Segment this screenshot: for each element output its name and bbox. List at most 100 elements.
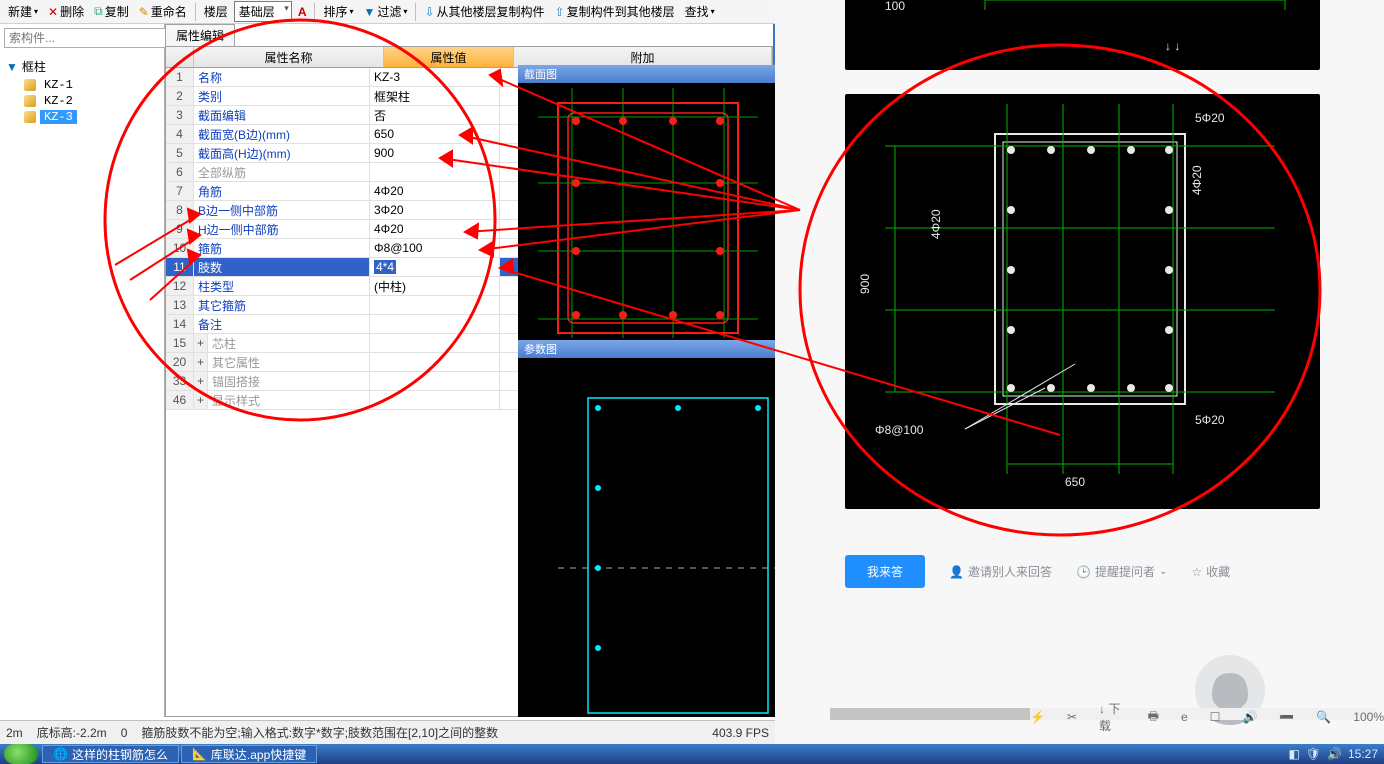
invite-link[interactable]: 👤邀请别人来回答 (949, 563, 1052, 580)
expand-toggle[interactable]: + (194, 334, 208, 352)
chevron-down-icon: ⌄ (1159, 566, 1167, 577)
tree-item[interactable]: KZ-3 (24, 109, 158, 125)
prop-value[interactable]: 框架柱 (370, 87, 500, 105)
taskbar-item-2[interactable]: 📐库联达.app快捷键 (181, 745, 317, 763)
prop-value[interactable] (370, 334, 500, 352)
prop-name: 箍筋 (194, 239, 370, 257)
search-input[interactable] (4, 28, 169, 48)
answer-action-bar: 我来答 👤邀请别人来回答 🕒提醒提问者⌄ ☆收藏 (845, 555, 1230, 588)
tree-item[interactable]: KZ-2 (24, 93, 158, 109)
prop-name: 其它属性 (208, 353, 370, 371)
prop-value[interactable] (370, 315, 500, 333)
prop-value[interactable]: 900 (370, 144, 500, 162)
filter-button[interactable]: ▼过滤▾ (360, 1, 412, 23)
rebar-bot-text: 5Φ20 (1195, 413, 1225, 427)
section-viewer: 截面图 (518, 65, 775, 340)
prop-value[interactable] (370, 353, 500, 371)
row-number: 20 (166, 353, 194, 371)
prop-name: 显示样式 (208, 391, 370, 409)
delete-button[interactable]: ✕删除 (44, 1, 88, 23)
funnel-icon: ▼ (6, 60, 18, 74)
prop-value[interactable]: (中柱) (370, 277, 500, 295)
tool-ie-icon[interactable]: e (1181, 710, 1188, 724)
stirrup-text: Φ8@100 (875, 423, 924, 437)
prop-value[interactable] (370, 163, 500, 181)
row-number: 11 (166, 258, 194, 276)
prop-value[interactable]: 4*4… (370, 258, 500, 276)
prop-value[interactable]: 3Φ20 (370, 201, 500, 219)
new-button[interactable]: 新建▾ (4, 1, 42, 23)
prop-value[interactable]: 4Φ20 (370, 182, 500, 200)
prop-name: 截面高(H边)(mm) (194, 144, 370, 162)
sort-az-button[interactable]: A (294, 1, 311, 23)
copy-to-floor-button[interactable]: ⇧复制构件到其他楼层 (551, 1, 679, 23)
tool-page-icon[interactable]: ☐ (1210, 710, 1221, 724)
section-viewer-title: 截面图 (518, 65, 775, 83)
row-number: 14 (166, 315, 194, 333)
rename-button[interactable]: ✎重命名 (135, 1, 191, 23)
tree-root[interactable]: ▼ 框柱 (6, 56, 158, 77)
rebar-left-text: 4Φ20 (929, 209, 943, 239)
tool-speaker-icon[interactable]: 🔊 (1242, 710, 1257, 724)
cad-preview-section: 5Φ20 4Φ20 4Φ20 5Φ20 Φ8@100 900 650 (845, 94, 1320, 509)
prop-value[interactable] (370, 391, 500, 409)
dim-left-text: 100 (885, 0, 905, 13)
status-fps: 403.9 FPS (712, 726, 769, 740)
prop-name: 截面编辑 (194, 106, 370, 124)
status-coord1: 2m (6, 726, 23, 740)
tool-print-icon[interactable]: 🖶 (1148, 707, 1159, 728)
prop-value[interactable] (370, 372, 500, 390)
cube-icon (24, 79, 36, 91)
start-button[interactable] (4, 744, 38, 764)
parameter-viewer-title: 参数图 (518, 340, 775, 358)
tool-scissors-icon[interactable]: ✂ (1067, 710, 1077, 724)
zoom-value[interactable]: 100% (1353, 710, 1384, 724)
row-number: 4 (166, 125, 194, 143)
taskbar-item-1[interactable]: 🌐这样的柱钢筋怎么 (42, 745, 179, 763)
find-button[interactable]: 查找▾ (681, 1, 719, 23)
tray-icon[interactable]: 🔊 (1327, 747, 1342, 761)
row-number: 13 (166, 296, 194, 314)
row-number: 2 (166, 87, 194, 105)
remind-link[interactable]: 🕒提醒提问者⌄ (1076, 563, 1167, 580)
expand-toggle[interactable]: + (194, 372, 208, 390)
copy-from-floor-button[interactable]: ⇩从其他楼层复制构件 (420, 1, 548, 23)
copy-button[interactable]: ⧉复制 (90, 1, 133, 23)
parameter-viewer: 参数图 (518, 340, 775, 717)
row-number: 3 (166, 106, 194, 124)
expand-toggle[interactable]: + (194, 353, 208, 371)
prop-value[interactable]: KZ-3 (370, 68, 500, 86)
prop-name: H边一侧中部筋 (194, 220, 370, 238)
status-coord2: 0 (121, 726, 128, 740)
taskbar: 🌐这样的柱钢筋怎么 📐库联达.app快捷键 ◧ 🛡 🔊 15:27 (0, 744, 1384, 764)
tree-item[interactable]: KZ-1 (24, 77, 158, 93)
answer-button[interactable]: 我来答 (845, 555, 925, 588)
prop-value[interactable] (370, 296, 500, 314)
sort-button[interactable]: 排序▾ (319, 1, 357, 23)
system-tray[interactable]: ◧ 🛡 🔊 15:27 (1282, 747, 1384, 761)
zoom-in-icon[interactable]: 🔍 (1316, 710, 1331, 724)
collect-link[interactable]: ☆收藏 (1191, 563, 1230, 580)
tool-accel-icon[interactable]: ⚡ (1030, 710, 1045, 724)
expand-toggle[interactable]: + (194, 391, 208, 409)
download-button[interactable]: ↓ 下载 (1099, 700, 1126, 734)
prop-value[interactable]: 否 (370, 106, 500, 124)
prop-value[interactable]: Φ8@100 (370, 239, 500, 257)
zoom-out-icon[interactable]: ➖ (1279, 710, 1294, 724)
property-tab[interactable]: 属性编辑 (165, 24, 235, 46)
header-extra: 附加 (514, 47, 772, 67)
tray-icon[interactable]: ◧ (1288, 747, 1299, 761)
header-value: 属性值 (384, 47, 514, 67)
tray-icon[interactable]: 🛡 (1306, 747, 1321, 761)
row-number: 46 (166, 391, 194, 409)
status-message: 箍筋肢数不能为空;输入格式:数字*数字;肢数范围在[2,10]之间的整数 (141, 724, 698, 741)
row-number: 12 (166, 277, 194, 295)
floor-dropdown[interactable]: 基础层 (234, 1, 292, 22)
prop-value[interactable]: 4Φ20 (370, 220, 500, 238)
prop-name: 肢数 (194, 258, 370, 276)
prop-name: 备注 (194, 315, 370, 333)
prop-name: 类别 (194, 87, 370, 105)
prop-value[interactable]: 650 (370, 125, 500, 143)
star-icon: ☆ (1191, 565, 1202, 579)
tree-item-label: KZ-1 (40, 78, 77, 92)
